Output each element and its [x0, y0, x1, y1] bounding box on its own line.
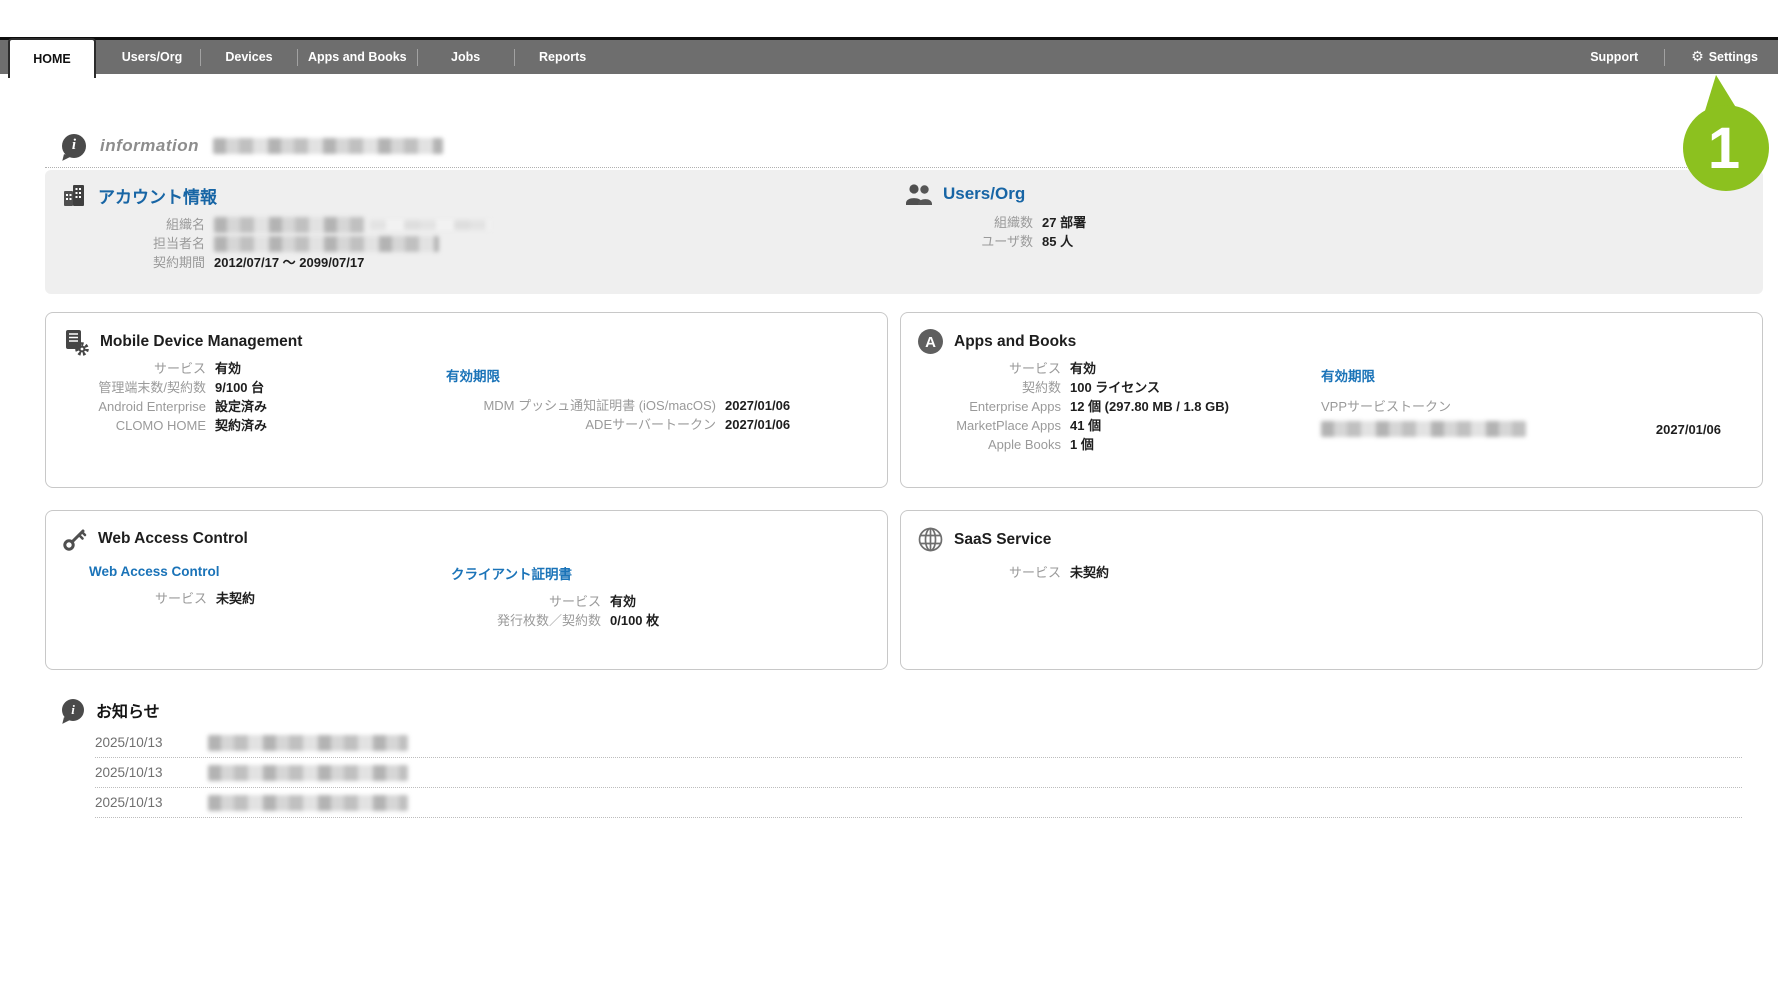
redacted-vpp-token [1321, 421, 1526, 437]
account-panel: アカウント情報 組織名 担当者名 契約期間 2012/07/17 ～ 2099/… [45, 170, 1763, 294]
apps-expiry-section: 有効期限 VPPサービストークン 2027/01/06 [1321, 365, 1741, 437]
apps-row-service: サービス 有効 [921, 359, 1229, 378]
nav-tab-strip: Users/Org Devices Apps and Books Jobs Re… [104, 40, 611, 74]
mdm-row-service: サービス 有効 [66, 359, 267, 378]
users-org-title: Users/Org [943, 184, 1025, 204]
redacted-notice-text [208, 735, 408, 751]
globe-icon [917, 526, 944, 553]
users-icon [905, 182, 933, 206]
wac-card-title: Web Access Control [98, 530, 248, 548]
notices-title: お知らせ [96, 698, 160, 722]
apps-and-books-card: A Apps and Books サービス 有効 契約数 100 ライセンス E… [900, 312, 1763, 488]
tab-devices[interactable]: Devices [201, 50, 297, 64]
saas-card-title: SaaS Service [954, 531, 1051, 549]
redacted-contact-name [214, 236, 439, 252]
redacted-notice-text [208, 795, 408, 811]
mdm-expiry-push-cert: MDM プッシュ通知証明書 (iOS/macOS) 2027/01/06 [446, 396, 790, 415]
notice-date: 2025/10/13 [95, 795, 190, 810]
wac-link[interactable]: Web Access Control [89, 564, 220, 579]
mdm-device-gear-icon [62, 328, 90, 356]
users-org-row-users: ユーザ数 85 人 [905, 232, 1086, 251]
top-nav: HOME Users/Org Devices Apps and Books Jo… [0, 37, 1778, 74]
mdm-row-clomo-home: CLOMO HOME 契約済み [66, 416, 267, 435]
notice-list-item[interactable]: 2025/10/13 [95, 788, 1742, 818]
client-cert-row-service: サービス 有効 [451, 592, 659, 611]
mdm-expiry-ade-token: ADEサーバートークン 2027/01/06 [446, 415, 790, 434]
users-org-row-orgs: 組織数 27 部署 [905, 213, 1086, 232]
account-row-contract-period: 契約期間 2012/07/17 ～ 2099/07/17 [62, 253, 490, 272]
tab-jobs[interactable]: Jobs [418, 50, 514, 64]
saas-service-card: SaaS Service サービス 未契約 [900, 510, 1763, 670]
notice-date: 2025/10/13 [95, 735, 190, 750]
mdm-card: Mobile Device Management サービス 有効 管理端末数/契… [45, 312, 888, 488]
saas-status-list: サービス 未契約 [921, 563, 1109, 582]
settings-link[interactable]: ⚙ Settings [1691, 50, 1758, 64]
apps-row-marketplace-apps: MarketPlace Apps 41 個 [921, 416, 1229, 435]
mdm-status-list: サービス 有効 管理端末数/契約数 9/100 台 Android Enterp… [66, 359, 267, 435]
apps-status-list: サービス 有効 契約数 100 ライセンス Enterprise Apps 12… [921, 359, 1229, 454]
tab-home[interactable]: HOME [8, 38, 96, 78]
mdm-card-title: Mobile Device Management [100, 333, 302, 351]
account-info-title: アカウント情報 [98, 183, 217, 208]
redacted-notice-text [208, 765, 408, 781]
client-cert-row-issued: 発行枚数／契約数 0/100 枚 [451, 611, 659, 630]
buildings-icon [62, 182, 88, 208]
settings-label: Settings [1709, 50, 1758, 64]
tab-home-label: HOME [33, 52, 71, 66]
step-1-callout-badge: 1 [1674, 72, 1778, 194]
redacted-org-name-tail [370, 220, 490, 230]
vpp-token-expiry-date: 2027/01/06 [1656, 422, 1721, 437]
account-info-section: アカウント情報 組織名 担当者名 契約期間 2012/07/17 ～ 2099/… [62, 182, 490, 272]
redacted-information-text [213, 138, 443, 154]
apps-expiry-link[interactable]: 有効期限 [1321, 369, 1375, 384]
notice-date: 2025/10/13 [95, 765, 190, 780]
wac-row-service: サービス 未契約 [89, 589, 255, 608]
mdm-row-devices: 管理端末数/契約数 9/100 台 [66, 378, 267, 397]
key-icon [62, 526, 88, 552]
info-icon: i [62, 134, 86, 158]
apps-row-apple-books: Apple Books 1 個 [921, 435, 1229, 454]
mdm-row-android-enterprise: Android Enterprise 設定済み [66, 397, 267, 416]
tab-users-org[interactable]: Users/Org [104, 50, 200, 64]
apps-row-licenses: 契約数 100 ライセンス [921, 378, 1229, 397]
notice-list-item[interactable]: 2025/10/13 [95, 728, 1742, 758]
account-row-org-name: 組織名 [62, 215, 490, 234]
notice-list-item[interactable]: 2025/10/13 [95, 758, 1742, 788]
support-link[interactable]: Support [1590, 50, 1638, 64]
nav-separator [1664, 49, 1665, 66]
mdm-expiry-section: 有効期限 MDM プッシュ通知証明書 (iOS/macOS) 2027/01/0… [446, 365, 790, 434]
notices-section: i お知らせ 2025/10/13 2025/10/13 2025/10/13 [62, 698, 1742, 818]
step-number: 1 [1708, 116, 1740, 181]
gear-icon: ⚙ [1691, 50, 1704, 64]
saas-row-service: サービス 未契約 [921, 563, 1109, 582]
tab-apps-and-books[interactable]: Apps and Books [298, 50, 417, 64]
web-access-control-card: Web Access Control Web Access Control サー… [45, 510, 888, 670]
account-row-contact-name: 担当者名 [62, 234, 490, 253]
svg-text:A: A [925, 334, 936, 351]
vpp-token-label: VPPサービストークン [1321, 396, 1741, 415]
apps-card-title: Apps and Books [954, 333, 1076, 351]
users-org-section: Users/Org 組織数 27 部署 ユーザ数 85 人 [905, 182, 1086, 251]
apps-row-enterprise-apps: Enterprise Apps 12 個 (297.80 MB / 1.8 GB… [921, 397, 1229, 416]
redacted-org-name [214, 217, 364, 233]
mdm-expiry-link[interactable]: 有効期限 [446, 369, 500, 384]
information-bar: i information [45, 124, 1763, 168]
information-title: information [100, 136, 199, 156]
notice-info-icon: i [62, 699, 84, 721]
wac-left-column: Web Access Control サービス 未契約 [89, 563, 255, 608]
tab-reports[interactable]: Reports [515, 50, 611, 64]
client-cert-column: クライアント証明書 サービス 有効 発行枚数／契約数 0/100 枚 [451, 563, 659, 630]
app-store-icon: A [917, 328, 944, 355]
nav-right-links: Support ⚙ Settings [1590, 40, 1758, 74]
client-cert-link[interactable]: クライアント証明書 [451, 567, 572, 582]
